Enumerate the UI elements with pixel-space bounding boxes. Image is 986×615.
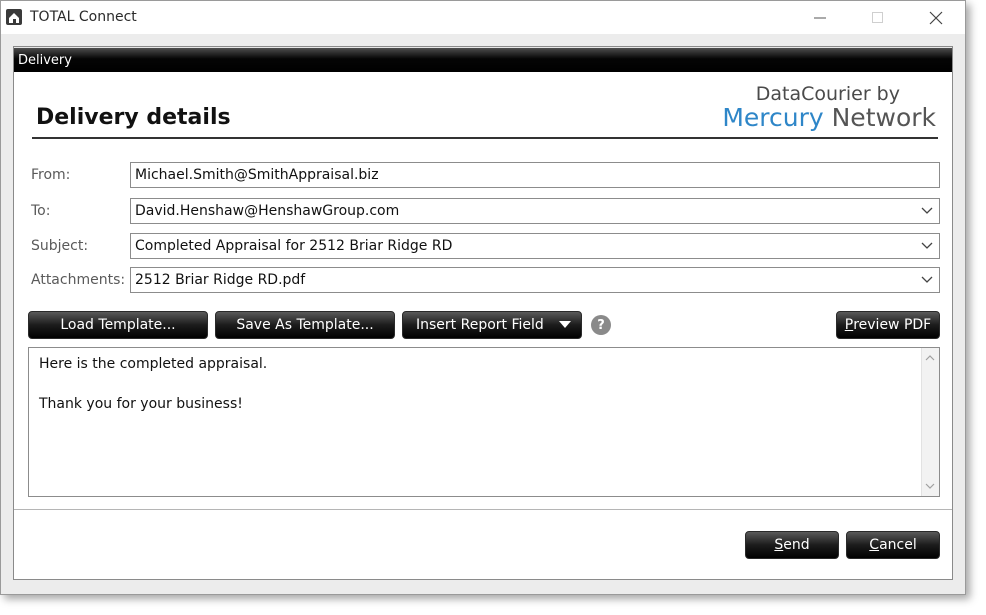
attachments-dropdown[interactable]: 2512 Briar Ridge RD.pdf: [130, 267, 940, 293]
window-title: TOTAL Connect: [30, 9, 137, 25]
send-mnemonic: S: [774, 537, 784, 553]
scroll-up-icon[interactable]: [925, 354, 935, 362]
from-field[interactable]: Michael.Smith@SmithAppraisal.biz: [130, 162, 940, 188]
preview-pdf-button[interactable]: Preview PDF: [836, 311, 940, 339]
page-title: Delivery details: [36, 105, 231, 130]
send-label: end: [783, 537, 810, 553]
logo-text: DataCourier by: [755, 83, 900, 105]
minimize-icon: [814, 17, 826, 18]
close-button[interactable]: [907, 1, 965, 34]
message-line-1: Here is the completed appraisal.: [39, 356, 268, 372]
cancel-mnemonic: C: [869, 537, 880, 553]
vertical-scrollbar[interactable]: [921, 348, 939, 496]
message-body[interactable]: Here is the completed appraisal. Thank y…: [28, 347, 940, 497]
chevron-down-icon[interactable]: [921, 241, 933, 251]
cancel-label: ancel: [879, 537, 917, 553]
close-icon: [929, 11, 943, 24]
caret-down-icon: [559, 321, 571, 328]
dialog-header: Delivery: [14, 47, 952, 72]
scroll-down-icon[interactable]: [925, 482, 935, 490]
from-value: Michael.Smith@SmithAppraisal.biz: [135, 167, 379, 183]
insert-report-field-label: Insert Report Field: [416, 317, 544, 333]
insert-report-field-button[interactable]: Insert Report Field: [402, 311, 582, 339]
send-button[interactable]: Send: [745, 531, 839, 559]
save-as-template-button[interactable]: Save As Template...: [215, 311, 395, 339]
chevron-down-icon[interactable]: [921, 206, 933, 216]
attachments-value: 2512 Briar Ridge RD.pdf: [135, 272, 306, 288]
minimize-button[interactable]: [791, 1, 849, 34]
logo-network: Network: [831, 103, 936, 132]
maximize-button[interactable]: [849, 1, 907, 34]
preview-pdf-label: review PDF: [853, 317, 932, 333]
maximize-icon: [872, 11, 883, 23]
attachments-label: Attachments:: [31, 272, 126, 288]
app-icon: [6, 9, 22, 25]
logo: Mercury Network: [722, 103, 936, 132]
load-template-button[interactable]: Load Template...: [28, 311, 208, 339]
to-dropdown[interactable]: David.Henshaw@HenshawGroup.com: [130, 198, 940, 224]
to-value: David.Henshaw@HenshawGroup.com: [135, 203, 400, 219]
delivery-dialog: Delivery Delivery details DataCourier by…: [13, 46, 953, 580]
title-divider: [32, 137, 938, 139]
footer-divider: [14, 509, 952, 510]
cancel-button[interactable]: Cancel: [846, 531, 940, 559]
subject-value: Completed Appraisal for 2512 Briar Ridge…: [135, 238, 453, 254]
preview-pdf-mnemonic: P: [844, 317, 854, 333]
to-label: To:: [31, 203, 51, 219]
window-titlebar[interactable]: TOTAL Connect: [1, 1, 965, 34]
from-label: From:: [31, 167, 71, 183]
dialog-header-label: Delivery: [18, 53, 72, 68]
chevron-down-icon[interactable]: [921, 275, 933, 285]
logo-mercury: Mercury: [722, 103, 824, 132]
subject-dropdown[interactable]: Completed Appraisal for 2512 Briar Ridge…: [130, 233, 940, 259]
message-line-2: Thank you for your business!: [39, 396, 243, 412]
app-window: TOTAL Connect Delivery Delivery details …: [0, 0, 966, 595]
subject-label: Subject:: [31, 238, 89, 254]
help-icon[interactable]: ?: [591, 315, 611, 335]
